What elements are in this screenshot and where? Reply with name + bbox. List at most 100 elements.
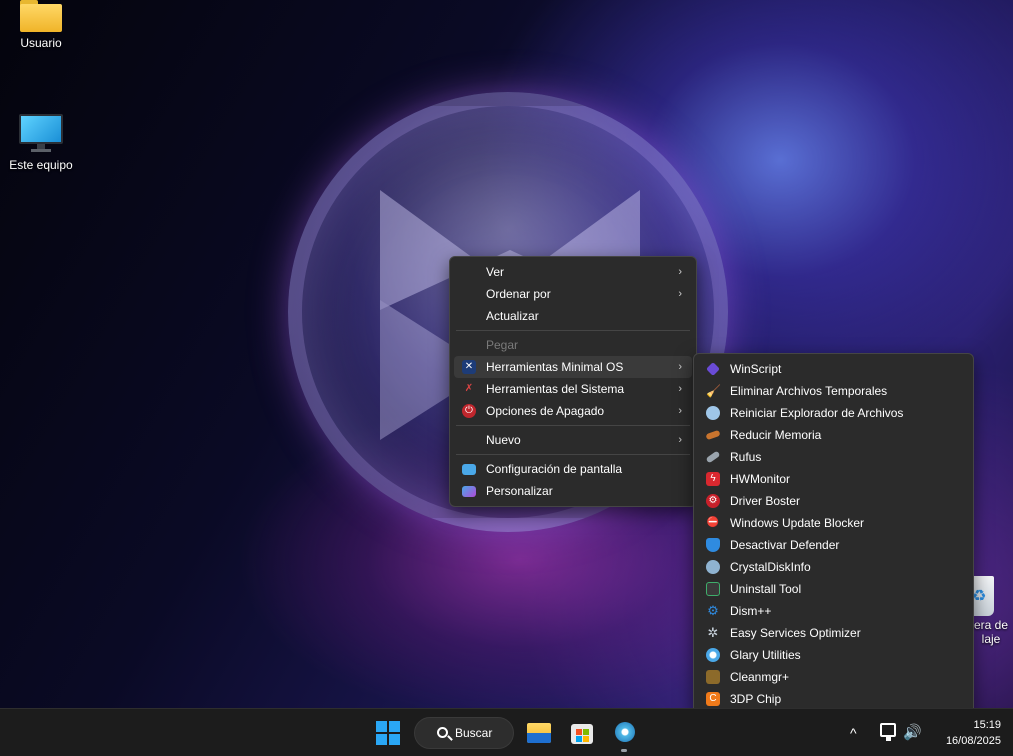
network-icon[interactable] [880,723,896,741]
start-button[interactable] [376,721,400,745]
submenu-item-reducir-memoria[interactable]: Reducir Memoria [698,424,969,446]
shield-icon [706,538,720,552]
submenu-item-reiniciar-explorador[interactable]: Reiniciar Explorador de Archivos [698,402,969,424]
update-blocker-icon: ⛔ [706,517,720,528]
recycle-bin-label-line1: era de [973,618,1009,632]
submenu-item-easy-services-optimizer[interactable]: ✲ Easy Services Optimizer [698,622,969,644]
windows-logo-pane [389,734,400,745]
submenu-item-label: Reiniciar Explorador de Archivos [730,406,904,420]
submenu-item-label: Driver Boster [730,494,801,508]
desktop-icon-label: Este equipo [9,158,73,172]
chip-icon: C [706,692,720,706]
submenu-item-label: Windows Update Blocker [730,516,865,530]
menu-item-label: Ver [486,265,505,279]
desktop-icon-label: Usuario [20,36,62,50]
menu-item-label: Configuración de pantalla [486,462,623,476]
menu-item-label: Herramientas del Sistema [486,382,625,396]
personalize-icon [462,486,476,497]
disk-icon [706,560,720,574]
submenu-item-hwmonitor[interactable]: ϟ HWMonitor [698,468,969,490]
display-icon [462,464,476,475]
submenu-item-desactivar-defender[interactable]: Desactivar Defender [698,534,969,556]
taskbar-file-explorer[interactable] [525,719,553,747]
minimal-os-icon: ✕ [462,360,476,374]
windows-logo-pane [389,721,400,732]
file-explorer-icon-band [527,733,551,743]
clock-time: 15:19 [973,719,1001,731]
clock-date: 16/08/2025 [945,735,1001,747]
menu-item-opciones-de-apagado[interactable]: ⏻ Opciones de Apagado › [454,400,692,422]
menu-item-herramientas-minimal-os[interactable]: ✕ Herramientas Minimal OS › [454,356,692,378]
folder-icon [20,0,62,32]
chevron-right-icon: › [678,383,682,395]
submenu-item-label: HWMonitor [730,472,791,486]
store-icon-square [583,736,589,742]
submenu-item-label: 3DP Chip [730,692,782,706]
taskbar-clock[interactable]: 15:19 16/08/2025 [946,717,1001,749]
submenu-item-label: Dism++ [730,604,772,618]
uninstall-icon [706,582,720,596]
submenu-item-glary-utilities[interactable]: Glary Utilities [698,644,969,666]
submenu-item-dism[interactable]: ⚙ Dism++ [698,600,969,622]
running-indicator [621,749,627,752]
search-label: Buscar [455,726,493,740]
submenu-item-cleanmgr-plus[interactable]: Cleanmgr+ [698,666,969,688]
store-icon [571,724,593,744]
menu-item-ver[interactable]: Ver › [454,261,692,283]
monitor-icon [19,114,63,154]
search-icon [437,727,448,738]
windows-logo-pane [376,734,387,745]
submenu-item-windows-update-blocker[interactable]: ⛔ Windows Update Blocker [698,512,969,534]
desktop-icon-usuario[interactable]: Usuario [1,0,81,50]
menu-item-nuevo[interactable]: Nuevo › [454,429,692,451]
desktop-icon-este-equipo[interactable]: Este equipo [1,114,81,172]
menu-item-label: Herramientas Minimal OS [486,360,624,374]
volume-icon[interactable]: 🔊 [903,723,922,741]
menu-item-ordenar-por[interactable]: Ordenar por › [454,283,692,305]
submenu-item-label: WinScript [730,362,782,376]
chevron-right-icon: › [678,288,682,300]
tray-overflow-chevron-icon[interactable]: ^ [850,725,857,741]
submenu-item-uninstall-tool[interactable]: Uninstall Tool [698,578,969,600]
store-icon-square [576,729,582,735]
menu-item-personalizar[interactable]: Personalizar [454,480,692,502]
disc-tool-icon [615,722,635,742]
submenu-item-winscript[interactable]: WinScript [698,358,969,380]
taskbar-microsoft-store[interactable] [568,719,596,747]
submenu-item-crystaldiskinfo[interactable]: CrystalDiskInfo [698,556,969,578]
taskbar-search-button[interactable]: Buscar [414,717,514,749]
menu-item-configuracion-de-pantalla[interactable]: Configuración de pantalla [454,458,692,480]
submenu-item-label: Eliminar Archivos Temporales [730,384,888,398]
store-icon-square [576,736,582,742]
chevron-right-icon: › [678,361,682,373]
submenu-item-label: Uninstall Tool [730,582,802,596]
chevron-right-icon: › [678,434,682,446]
usb-icon [705,450,721,464]
taskbar-pinned-app[interactable] [611,719,639,752]
submenu-item-3dp-chip[interactable]: C 3DP Chip [698,688,969,710]
menu-item-label: Personalizar [486,484,553,498]
menu-item-actualizar[interactable]: Actualizar [454,305,692,327]
driver-booster-icon: ⚙ [706,494,720,508]
services-icon: ✲ [707,625,719,640]
minimal-os-submenu: WinScript 🧹 Eliminar Archivos Temporales… [693,353,974,715]
glary-icon [706,648,720,662]
submenu-item-driver-boster[interactable]: ⚙ Driver Boster [698,490,969,512]
submenu-item-eliminar-archivos-temporales[interactable]: 🧹 Eliminar Archivos Temporales [698,380,969,402]
winscript-icon [706,362,720,376]
windows-logo-icon [376,721,387,732]
submenu-item-label: Cleanmgr+ [730,670,790,684]
globe-icon [706,406,720,420]
menu-item-label: Ordenar por [486,287,551,301]
taskbar: Buscar ^ 🔊 15:19 16/08/2025 [0,708,1013,756]
menu-item-label: Pegar [486,338,519,352]
ram-icon [705,429,721,441]
submenu-item-rufus[interactable]: Rufus [698,446,969,468]
power-icon: ⏻ [462,404,476,418]
submenu-item-label: Desactivar Defender [730,538,840,552]
menu-separator [456,330,690,331]
menu-separator [456,454,690,455]
chevron-right-icon: › [678,405,682,417]
menu-item-label: Actualizar [486,309,539,323]
menu-item-herramientas-del-sistema[interactable]: ✗ Herramientas del Sistema › [454,378,692,400]
